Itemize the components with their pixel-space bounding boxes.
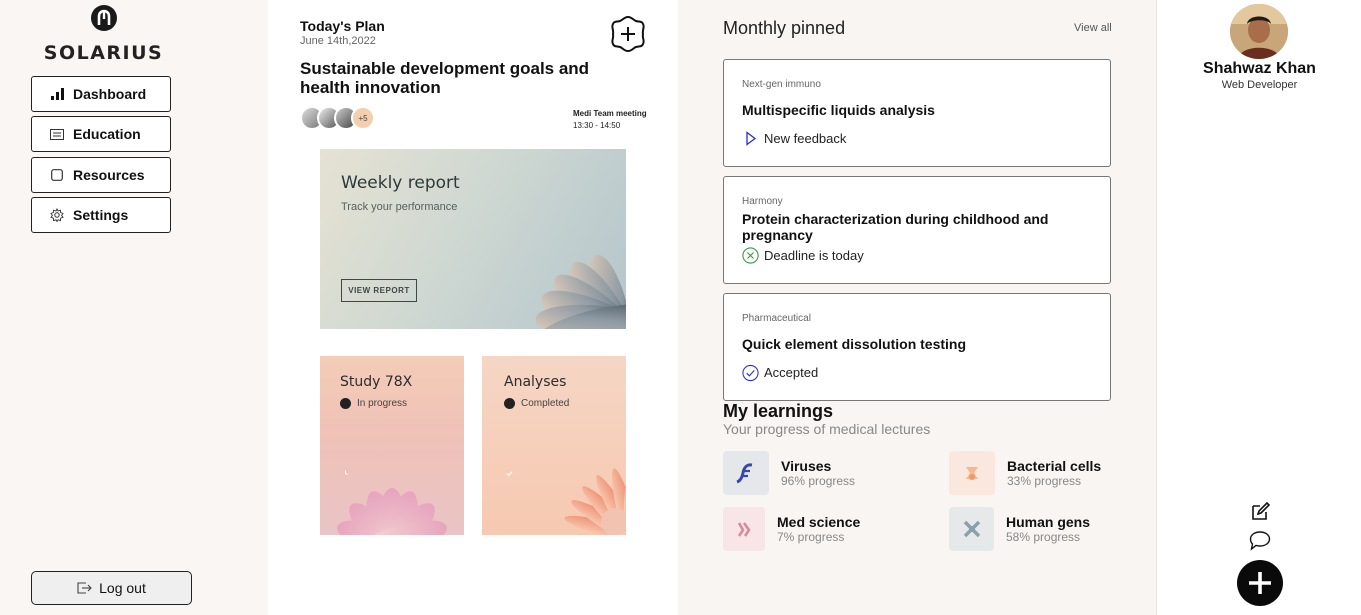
meeting-time: 13:30 - 14:50 [573,121,621,130]
virus-icon [723,451,769,495]
learning-item[interactable]: Viruses 96% progress [723,451,855,495]
flower-illustration [337,488,447,535]
learning-item[interactable]: Bacterial cells 33% progress [949,451,1101,495]
study-card-title: Study 78X [340,374,413,390]
nav-settings-label: Settings [73,207,129,223]
play-icon [742,130,759,147]
meeting-title: Medi Team meeting [573,109,647,118]
sidebar: SOLARIUS Dashboard Education Resources S… [0,0,268,615]
chat-icon[interactable] [1249,529,1271,551]
plan-date: June 14th,2022 [300,35,376,47]
check-circle-icon [742,364,759,382]
med-science-icon [723,507,765,551]
nav-education-label: Education [73,126,141,142]
study-card-status-label: In progress [357,398,408,409]
avatar[interactable] [1230,4,1288,59]
participants-avatars[interactable]: +5 [300,106,375,132]
check-icon [504,398,515,477]
weekly-report-card[interactable]: Weekly report Track your performance VIE… [320,149,626,329]
meeting-info: Medi Team meeting 13:30 - 14:50 [573,108,647,132]
bacteria-icon [949,451,995,495]
profile-panel: Shahwaz Khan Web Developer [1156,0,1361,615]
square-icon [50,168,64,182]
pinned-card-category: Pharmaceutical [742,313,811,324]
learning-name: Med science [777,513,861,530]
todays-plan-panel: Today's Plan June 14th,2022 Sustainable … [268,0,678,615]
pinned-card-status: Accepted [742,364,819,382]
brand-name: SOLARIUS [43,42,164,64]
analyses-card-status-label: Completed [521,398,570,409]
coral-illustration [564,468,626,535]
x-circle-icon [742,247,759,264]
weekly-report-title: Weekly report [341,173,460,193]
logout-icon [77,582,92,594]
pinned-card-title: Protein characterization during childhoo… [742,211,1049,243]
learning-item[interactable]: Human gens 58% progress [949,507,1090,551]
learning-item[interactable]: Med science 7% progress [723,507,860,551]
pinned-card[interactable]: Pharmaceutical Quick element dissolution… [723,293,1111,401]
pinned-card-status-label: New feedback [764,131,847,146]
nav-dashboard-button[interactable]: Dashboard [31,76,171,112]
pinned-card-status-label: Accepted [764,365,819,380]
pinned-card-status-label: Deadline is today [764,248,864,263]
learning-progress: 7% progress [777,529,845,544]
pinned-card-status: New feedback [742,130,846,147]
pinned-card[interactable]: Harmony Protein characterization during … [723,176,1111,284]
plan-headline: Sustainable development goals and health… [300,59,590,97]
learnings-subtitle: Your progress of medical lectures [723,421,931,437]
profile-name: Shahwaz Khan [1203,60,1316,77]
learnings-title: My learnings [723,401,834,421]
logout-label: Log out [99,580,146,596]
view-all-link[interactable]: View all [1074,22,1112,34]
pinned-panel: Monthly pinned View all Next-gen immuno … [678,0,1156,615]
pinned-title: Monthly pinned [723,18,846,38]
weekly-report-subtitle: Track your performance [341,201,458,213]
pinned-card-status: Deadline is today [742,247,864,264]
study-card[interactable]: Study 78X In progress [320,356,464,535]
learning-progress: 58% progress [1006,529,1081,544]
list-icon [50,127,64,141]
more-participants-badge: +5 [351,106,375,130]
plan-title: Today's Plan [300,18,385,34]
learning-progress: 96% progress [781,473,856,488]
analyses-card[interactable]: Analyses Completed [482,356,626,535]
pinned-card-category: Harmony [742,196,783,207]
learning-name: Bacterial cells [1007,457,1102,474]
logo-icon [91,5,117,31]
nav-education-button[interactable]: Education [31,116,171,152]
gear-icon [50,208,64,222]
nav-resources-label: Resources [73,167,145,183]
study-card-status: In progress [340,398,408,475]
nav-dashboard-label: Dashboard [73,86,147,102]
clock-icon [340,398,351,475]
bar-chart-icon [50,87,64,101]
gene-icon [949,507,994,551]
pinned-card-category: Next-gen immuno [742,79,821,90]
shell-illustration [535,255,626,329]
analyses-card-title: Analyses [504,374,567,390]
learning-progress: 33% progress [1007,473,1082,488]
learning-name: Viruses [781,457,832,474]
add-button[interactable] [1237,560,1283,606]
plus-badge-icon [611,15,645,53]
view-report-button[interactable]: VIEW REPORT [341,279,417,302]
analyses-card-status: Completed [504,398,570,477]
pinned-card-title: Quick element dissolution testing [742,336,967,352]
nav-settings-button[interactable]: Settings [31,197,171,233]
profile-role: Web Developer [1221,79,1298,91]
logout-button[interactable]: Log out [31,571,192,605]
pinned-card-title: Multispecific liquids analysis [742,102,935,118]
learning-name: Human gens [1006,513,1091,530]
nav-resources-button[interactable]: Resources [31,157,171,193]
add-plan-button[interactable] [609,15,647,53]
plus-icon [1249,572,1271,594]
edit-icon[interactable] [1249,500,1271,522]
pinned-card[interactable]: Next-gen immuno Multispecific liquids an… [723,59,1111,167]
